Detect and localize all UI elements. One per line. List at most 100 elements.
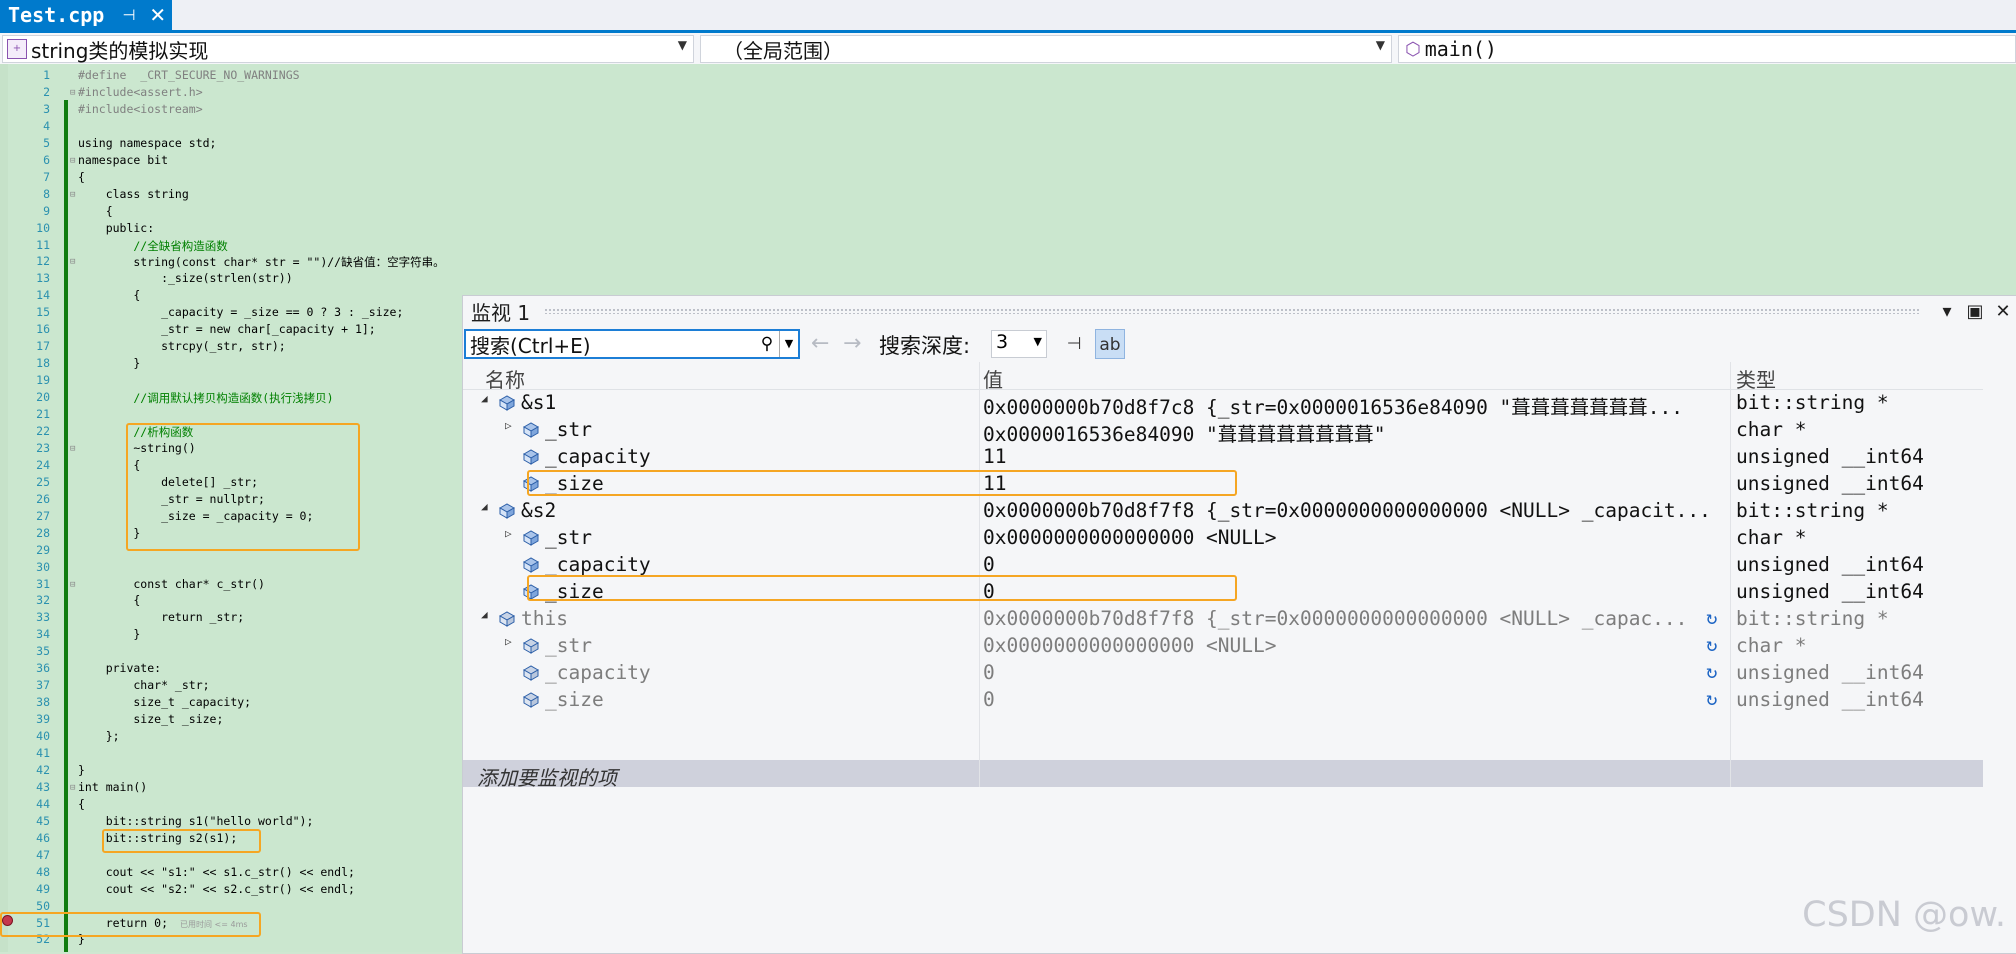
- collapse-icon[interactable]: ⊟: [70, 783, 75, 793]
- watch-value[interactable]: 0x0000000000000000 <NULL>: [983, 526, 1751, 549]
- code-line[interactable]: //全缺省构造函数: [78, 238, 227, 254]
- expand-toggle-icon[interactable]: ◢: [481, 500, 488, 513]
- close-icon[interactable]: ✕: [1989, 301, 2016, 322]
- watch-name[interactable]: &s1: [521, 391, 556, 414]
- pin-icon[interactable]: ⊣: [122, 6, 135, 24]
- collapse-icon[interactable]: ⊟: [70, 156, 75, 166]
- code-line[interactable]: return _str;: [78, 610, 244, 624]
- watch-row[interactable]: ◢ &s2 0x0000000b70d8f7f8 {_str=0x000000000…: [463, 497, 1983, 524]
- pin-watch-icon[interactable]: ⊣: [1059, 329, 1089, 359]
- expand-toggle-icon[interactable]: ▷: [505, 419, 512, 432]
- watch-row[interactable]: _capacity 0 unsigned __int64: [463, 551, 1983, 578]
- code-line[interactable]: size_t _capacity;: [78, 695, 251, 709]
- watch-name[interactable]: _capacity: [545, 445, 651, 468]
- hex-display-icon[interactable]: ab: [1095, 329, 1125, 359]
- refresh-icon[interactable]: ↻: [1706, 661, 1717, 683]
- watch-row[interactable]: _capacity 0 ↻ unsigned __int64: [463, 659, 1983, 686]
- code-line[interactable]: char* _str;: [78, 678, 209, 692]
- code-line[interactable]: };: [78, 729, 120, 743]
- watch-value[interactable]: 11: [983, 445, 1751, 468]
- code-line[interactable]: cout << "s2:" << s2.c_str() << endl;: [78, 882, 355, 896]
- expand-toggle-icon[interactable]: ◢: [481, 608, 488, 621]
- drag-grip[interactable]: [544, 308, 1919, 314]
- code-line[interactable]: }: [78, 763, 85, 777]
- watch-value[interactable]: 0: [983, 661, 1751, 684]
- collapse-icon[interactable]: ⊟: [70, 580, 75, 590]
- code-line[interactable]: }: [78, 627, 140, 641]
- watch-name[interactable]: this: [521, 607, 568, 630]
- breakpoint-icon[interactable]: [2, 915, 13, 926]
- code-line[interactable]: :_size(strlen(str)): [78, 271, 293, 285]
- watch-name[interactable]: _capacity: [545, 553, 651, 576]
- code-line[interactable]: const char* c_str(): [78, 577, 265, 591]
- indicator-margin[interactable]: [0, 64, 8, 952]
- code-line[interactable]: using namespace std;: [78, 136, 216, 150]
- collapse-icon[interactable]: ⊟: [70, 257, 75, 267]
- collapse-icon[interactable]: ⊟: [70, 88, 75, 98]
- watch-search-box[interactable]: 搜索(Ctrl+E) ⚲ ▼: [464, 329, 800, 359]
- watch-row[interactable]: ▷ _str 0x0000000000000000 <NULL> ↻ char *: [463, 632, 1983, 659]
- watch-name[interactable]: _capacity: [545, 661, 651, 684]
- expand-toggle-icon[interactable]: ▷: [505, 527, 512, 540]
- forward-arrow-icon[interactable]: →: [843, 331, 861, 356]
- code-line[interactable]: }: [78, 356, 140, 370]
- code-line[interactable]: strcpy(_str, str);: [78, 339, 286, 353]
- watch-name[interactable]: _str: [545, 526, 592, 549]
- code-line[interactable]: size_t _size;: [78, 712, 223, 726]
- refresh-icon[interactable]: ↻: [1706, 634, 1717, 656]
- type-scope-dropdown[interactable]: （全局范围） ▼: [700, 35, 1392, 63]
- watch-row[interactable]: ▷ _str 0x0000000000000000 <NULL> char *: [463, 524, 1983, 551]
- code-line[interactable]: //调用默认拷贝构造函数(执行浅拷贝): [78, 390, 333, 406]
- code-line[interactable]: namespace bit: [78, 153, 168, 167]
- watch-title-bar[interactable]: 监视 1 ▾ ▣ ✕: [463, 296, 2016, 326]
- watch-name[interactable]: _size: [545, 688, 604, 711]
- code-line[interactable]: public:: [78, 221, 154, 235]
- refresh-icon[interactable]: ↻: [1706, 607, 1717, 629]
- code-line[interactable]: int main(): [78, 780, 147, 794]
- close-icon[interactable]: ✕: [149, 3, 166, 27]
- add-watch-row[interactable]: 添加要监视的项: [463, 760, 1983, 790]
- search-icon[interactable]: ⚲: [755, 334, 779, 354]
- tab-test-cpp[interactable]: Test.cpp ⊣ ✕: [0, 0, 172, 30]
- code-line[interactable]: #include<iostream>: [78, 102, 203, 116]
- maximize-icon[interactable]: ▣: [1961, 301, 1989, 322]
- watch-row[interactable]: _capacity 11 unsigned __int64: [463, 443, 1983, 470]
- search-dropdown-icon[interactable]: ▼: [779, 331, 798, 357]
- back-arrow-icon[interactable]: ←: [811, 331, 829, 356]
- search-depth-dropdown[interactable]: 3 ▼: [991, 330, 1047, 358]
- code-line[interactable]: {: [78, 170, 85, 184]
- watch-name[interactable]: _str: [545, 418, 592, 441]
- watch-value[interactable]: 0x0000000b70d8f7f8 {_str=0x0000000000000…: [983, 499, 1751, 522]
- window-menu-icon[interactable]: ▾: [1933, 301, 1961, 322]
- watch-window[interactable]: 监视 1 ▾ ▣ ✕ 搜索(Ctrl+E) ⚲ ▼ ← → 搜索深度: 3 ▼ …: [462, 295, 2016, 954]
- watch-row[interactable]: ◢ &s1 0x0000000b70d8f7c8 {_str=0x000001653…: [463, 389, 1983, 419]
- code-line[interactable]: {: [78, 797, 85, 811]
- code-line[interactable]: #include<assert.h>: [78, 85, 203, 99]
- code-line[interactable]: cout << "s1:" << s1.c_str() << endl;: [78, 865, 355, 879]
- watch-value[interactable]: 0: [983, 553, 1751, 576]
- watch-row[interactable]: _size 0 ↻ unsigned __int64: [463, 686, 1983, 713]
- watch-name[interactable]: _str: [545, 634, 592, 657]
- expand-toggle-icon[interactable]: ◢: [481, 392, 488, 405]
- search-input[interactable]: 搜索(Ctrl+E): [470, 330, 755, 359]
- code-line[interactable]: private:: [78, 661, 161, 675]
- expand-toggle-icon[interactable]: ▷: [505, 635, 512, 648]
- code-line[interactable]: #define _CRT_SECURE_NO_WARNINGS: [78, 68, 300, 82]
- column-separator[interactable]: [1730, 362, 1731, 787]
- code-line[interactable]: {: [78, 593, 140, 607]
- code-line[interactable]: {: [78, 204, 113, 218]
- code-line[interactable]: {: [78, 288, 140, 302]
- code-line[interactable]: _capacity = _size == 0 ? 3 : _size;: [78, 305, 403, 319]
- watch-value[interactable]: 0: [983, 688, 1751, 711]
- code-line[interactable]: class string: [78, 187, 189, 201]
- code-line[interactable]: string(const char* str = "")//缺省值：空字符串。: [78, 254, 444, 270]
- code-line[interactable]: _str = new char[_capacity + 1];: [78, 322, 376, 336]
- watch-name[interactable]: &s2: [521, 499, 556, 522]
- watch-row[interactable]: ◢ this 0x0000000b70d8f7f8 {_str=0x00000000…: [463, 605, 1983, 632]
- code-line[interactable]: bit::string s1("hello world");: [78, 814, 314, 828]
- watch-value[interactable]: 0x0000000000000000 <NULL>: [983, 634, 1751, 657]
- project-scope-dropdown[interactable]: + string类的模拟实现 ▼: [2, 35, 694, 63]
- member-scope-dropdown[interactable]: ⬡ main(): [1398, 35, 2016, 63]
- collapse-icon[interactable]: ⊟: [70, 444, 75, 454]
- collapse-icon[interactable]: ⊟: [70, 190, 75, 200]
